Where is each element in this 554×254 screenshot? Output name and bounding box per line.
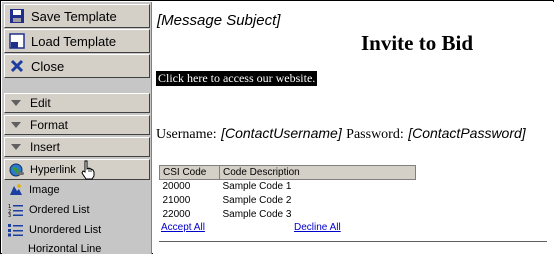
code-description-cell: Sample Code 1 [222,181,292,193]
table-row: 22000 Sample Code 3 [160,208,416,222]
csi-code-cell: 21000 [162,195,191,206]
horizontal-line-label: Horizontal Line [28,242,102,254]
csi-code-cell: 22000 [162,209,191,220]
unordered-list-icon [8,223,24,237]
document-area[interactable]: [Message Subject] Invite to Bid Click he… [153,2,554,254]
credentials-line: Username: [ContactUsername] Password: [C… [156,125,526,143]
sidebar: Save Template Load Template Close Edit F… [2,2,152,254]
edit-section-label: Edit [30,96,51,110]
csi-code-cell: 20000 [162,181,191,193]
triangle-down-icon [11,100,21,106]
close-label: Close [31,58,65,74]
table-row: 20000 Sample Code 1 [160,180,416,194]
floppy-disk-icon [9,8,25,24]
hyperlink-label: Hyperlink [30,163,76,176]
table-header-row: CSI Code Code Description [159,165,416,180]
load-template-label: Load Template [31,33,117,49]
load-template-button[interactable]: Load Template [4,29,150,53]
save-template-button[interactable]: Save Template [4,4,150,28]
code-description-cell: Sample Code 3 [222,209,292,220]
close-x-icon [9,58,25,74]
column-header-csi-code: CSI Code [159,165,220,180]
column-header-code-description: Code Description [219,165,416,180]
insert-section-label: Insert [30,140,61,154]
table-row: 21000 Sample Code 2 [160,194,416,208]
insert-image-item[interactable]: Image [4,180,150,199]
format-section-button[interactable]: Format [4,115,150,135]
editor-window: Save Template Load Template Close Edit F… [0,0,554,254]
csi-code-table: CSI Code Code Description 20000 Sample C… [159,165,416,222]
unordered-list-label: Unordered List [29,223,102,236]
document-title: Invite to Bid [361,31,474,55]
message-subject: [Message Subject] [157,12,281,29]
image-icon [8,183,24,197]
accept-all-link[interactable]: Accept All [161,222,205,233]
username-placeholder: [ContactUsername] [221,125,342,141]
edit-section-button[interactable]: Edit [4,93,150,113]
insert-unordered-list-item[interactable]: Unordered List [4,220,150,239]
divider [159,241,547,242]
ordered-list-label: Ordered List [29,203,90,216]
triangle-down-icon [11,122,21,128]
format-section-label: Format [30,118,69,132]
password-placeholder: [ContactPassword] [408,125,526,141]
hand-pointer-icon [80,160,96,180]
globe-link-icon [9,163,25,177]
username-label: Username: [156,127,217,142]
triangle-down-icon [11,144,21,150]
save-template-label: Save Template [31,8,117,24]
close-button[interactable]: Close [4,54,150,78]
load-template-icon [9,33,25,49]
ordered-list-icon: 1 2 3 [8,203,24,219]
image-label: Image [29,183,60,196]
insert-section-button[interactable]: Insert [4,137,150,157]
insert-ordered-list-item[interactable]: 1 2 3 Ordered List [4,200,150,219]
password-label: Password: [346,127,404,142]
insert-horizontal-line-item[interactable]: Horizontal Line [4,239,150,254]
code-description-cell: Sample Code 2 [222,195,292,206]
decline-all-link[interactable]: Decline All [294,222,341,233]
svg-text:3: 3 [8,213,11,217]
website-link[interactable]: Click here to access our website. [156,71,318,86]
insert-hyperlink-item[interactable]: Hyperlink [4,159,150,180]
